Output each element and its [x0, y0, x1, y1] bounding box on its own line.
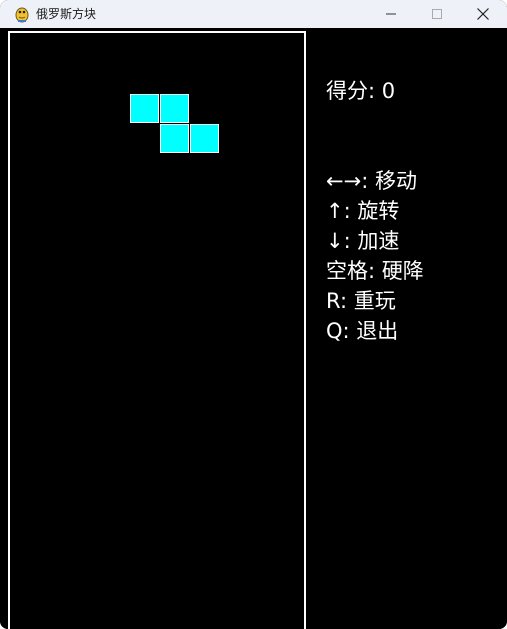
- pygame-snake-icon: [14, 5, 30, 23]
- tetromino-block: [160, 124, 189, 153]
- help-line: Q: 退出: [326, 316, 501, 346]
- score-value: 0: [381, 79, 396, 103]
- help-line: ↑: 旋转: [326, 196, 501, 226]
- title-bar[interactable]: 俄罗斯方块: [0, 0, 507, 28]
- help-action: 旋转: [357, 199, 400, 223]
- help-key: R: [326, 289, 340, 313]
- window-title: 俄罗斯方块: [36, 7, 97, 21]
- help-separator: :: [342, 319, 357, 343]
- help-separator: :: [339, 289, 354, 313]
- help-action: 退出: [356, 319, 399, 343]
- score-label: 得分: [326, 79, 368, 103]
- game-area: 得分: 0 ←→: 移动 ↑: 旋转 ↓: 加速 空格: 硬降 R: 重玩 Q:…: [0, 28, 507, 629]
- maximize-button[interactable]: [414, 0, 460, 28]
- help-separator: :: [361, 169, 375, 193]
- score-display: 得分: 0: [326, 76, 501, 106]
- help-line: ↓: 加速: [326, 226, 501, 256]
- help-line: ←→: 移动: [326, 166, 501, 196]
- minimize-icon: [386, 9, 396, 19]
- help-line: 空格: 硬降: [326, 256, 501, 286]
- help-key: ←→: [326, 169, 362, 193]
- help-action: 硬降: [381, 259, 424, 283]
- tetromino-block: [130, 94, 159, 123]
- help-key: 空格: [326, 259, 368, 283]
- score-separator: :: [368, 79, 382, 103]
- info-panel: 得分: 0 ←→: 移动 ↑: 旋转 ↓: 加速 空格: 硬降 R: 重玩 Q:…: [326, 76, 501, 346]
- close-icon: [477, 8, 489, 20]
- playfield: [8, 31, 306, 629]
- help-separator: :: [368, 259, 382, 283]
- help-line: R: 重玩: [326, 286, 501, 316]
- tetromino-block: [160, 94, 189, 123]
- help-key: Q: [326, 319, 343, 343]
- game-window: 俄罗斯方块 得分: 0 ←→: 移动 ↑: 旋转 ↓: 加速 空格: 硬降 R:…: [0, 0, 507, 629]
- help-separator: :: [343, 199, 358, 223]
- tetromino-block: [190, 124, 219, 153]
- help-key: ↓: [326, 229, 344, 253]
- help-action: 加速: [357, 229, 400, 253]
- help-key: ↑: [326, 199, 344, 223]
- close-button[interactable]: [460, 0, 506, 28]
- controls-help: ←→: 移动 ↑: 旋转 ↓: 加速 空格: 硬降 R: 重玩 Q: 退出: [326, 166, 501, 346]
- help-action: 移动: [374, 169, 417, 193]
- minimize-button[interactable]: [368, 0, 414, 28]
- maximize-icon: [432, 9, 442, 19]
- help-separator: :: [343, 229, 358, 253]
- help-action: 重玩: [353, 289, 396, 313]
